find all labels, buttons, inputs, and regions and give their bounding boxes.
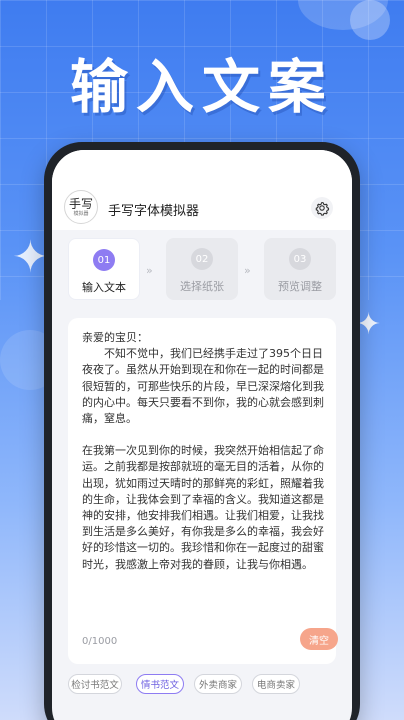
app-screen: 手写 模拟器 手写字体模拟器 01 输入文本 » 02 选择纸张 » 03 预览… [52, 150, 352, 720]
step-label: 选择纸张 [180, 280, 224, 293]
step-number: 01 [93, 249, 115, 271]
text-input-area[interactable]: 亲爱的宝贝： 不知不觉中，我们已经携手走过了395个日日夜夜了。虽然从开始到现在… [68, 318, 338, 664]
template-tag-apology-letter[interactable]: 检讨书范文 [68, 674, 122, 694]
gear-icon[interactable] [310, 196, 334, 220]
step-choose-paper[interactable]: 02 选择纸张 [166, 238, 238, 300]
editor-paragraph: 在我第一次见到你的时候，我突然开始相信起了命运。之前我都是按部就班的毫无目的活着… [82, 444, 324, 571]
editor-greeting: 亲爱的宝贝： [82, 331, 148, 344]
editor-paragraph: 不知不觉中，我们已经携手走过了395个日日夜夜了。虽然从开始到现在和你在一起的时… [82, 347, 324, 426]
chevron-right-icon: » [146, 264, 153, 277]
editor-content[interactable]: 亲爱的宝贝： 不知不觉中，我们已经携手走过了395个日日夜夜了。虽然从开始到现在… [82, 330, 326, 573]
step-number: 03 [289, 248, 311, 270]
character-count: 0/1000 [82, 636, 118, 647]
step-indicator: 01 输入文本 » 02 选择纸张 » 03 预览调整 [52, 234, 352, 304]
template-tag-takeout-merchant[interactable]: 外卖商家 [194, 674, 242, 694]
chevron-right-icon: » [244, 264, 251, 277]
step-label: 输入文本 [82, 281, 126, 294]
step-number: 02 [191, 248, 213, 270]
app-header: 手写 模拟器 手写字体模拟器 [52, 150, 352, 230]
template-tag-ecommerce-seller[interactable]: 电商卖家 [252, 674, 300, 694]
step-input-text[interactable]: 01 输入文本 [68, 238, 140, 300]
app-logo-text: 手写 [68, 196, 93, 211]
app-logo: 手写 模拟器 [64, 190, 98, 224]
app-title: 手写字体模拟器 [108, 204, 200, 219]
clear-button[interactable]: 清空 [300, 628, 338, 650]
decor-bubble [350, 0, 390, 40]
banner-title: 输入文案 [69, 53, 334, 121]
template-tag-love-letter[interactable]: 情书范文 [136, 674, 184, 694]
step-preview-adjust[interactable]: 03 预览调整 [264, 238, 336, 300]
app-logo-subtext: 模拟器 [73, 210, 89, 217]
template-tags: 检讨书范文 情书范文 外卖商家 电商卖家 [64, 674, 352, 698]
step-label: 预览调整 [278, 280, 322, 293]
